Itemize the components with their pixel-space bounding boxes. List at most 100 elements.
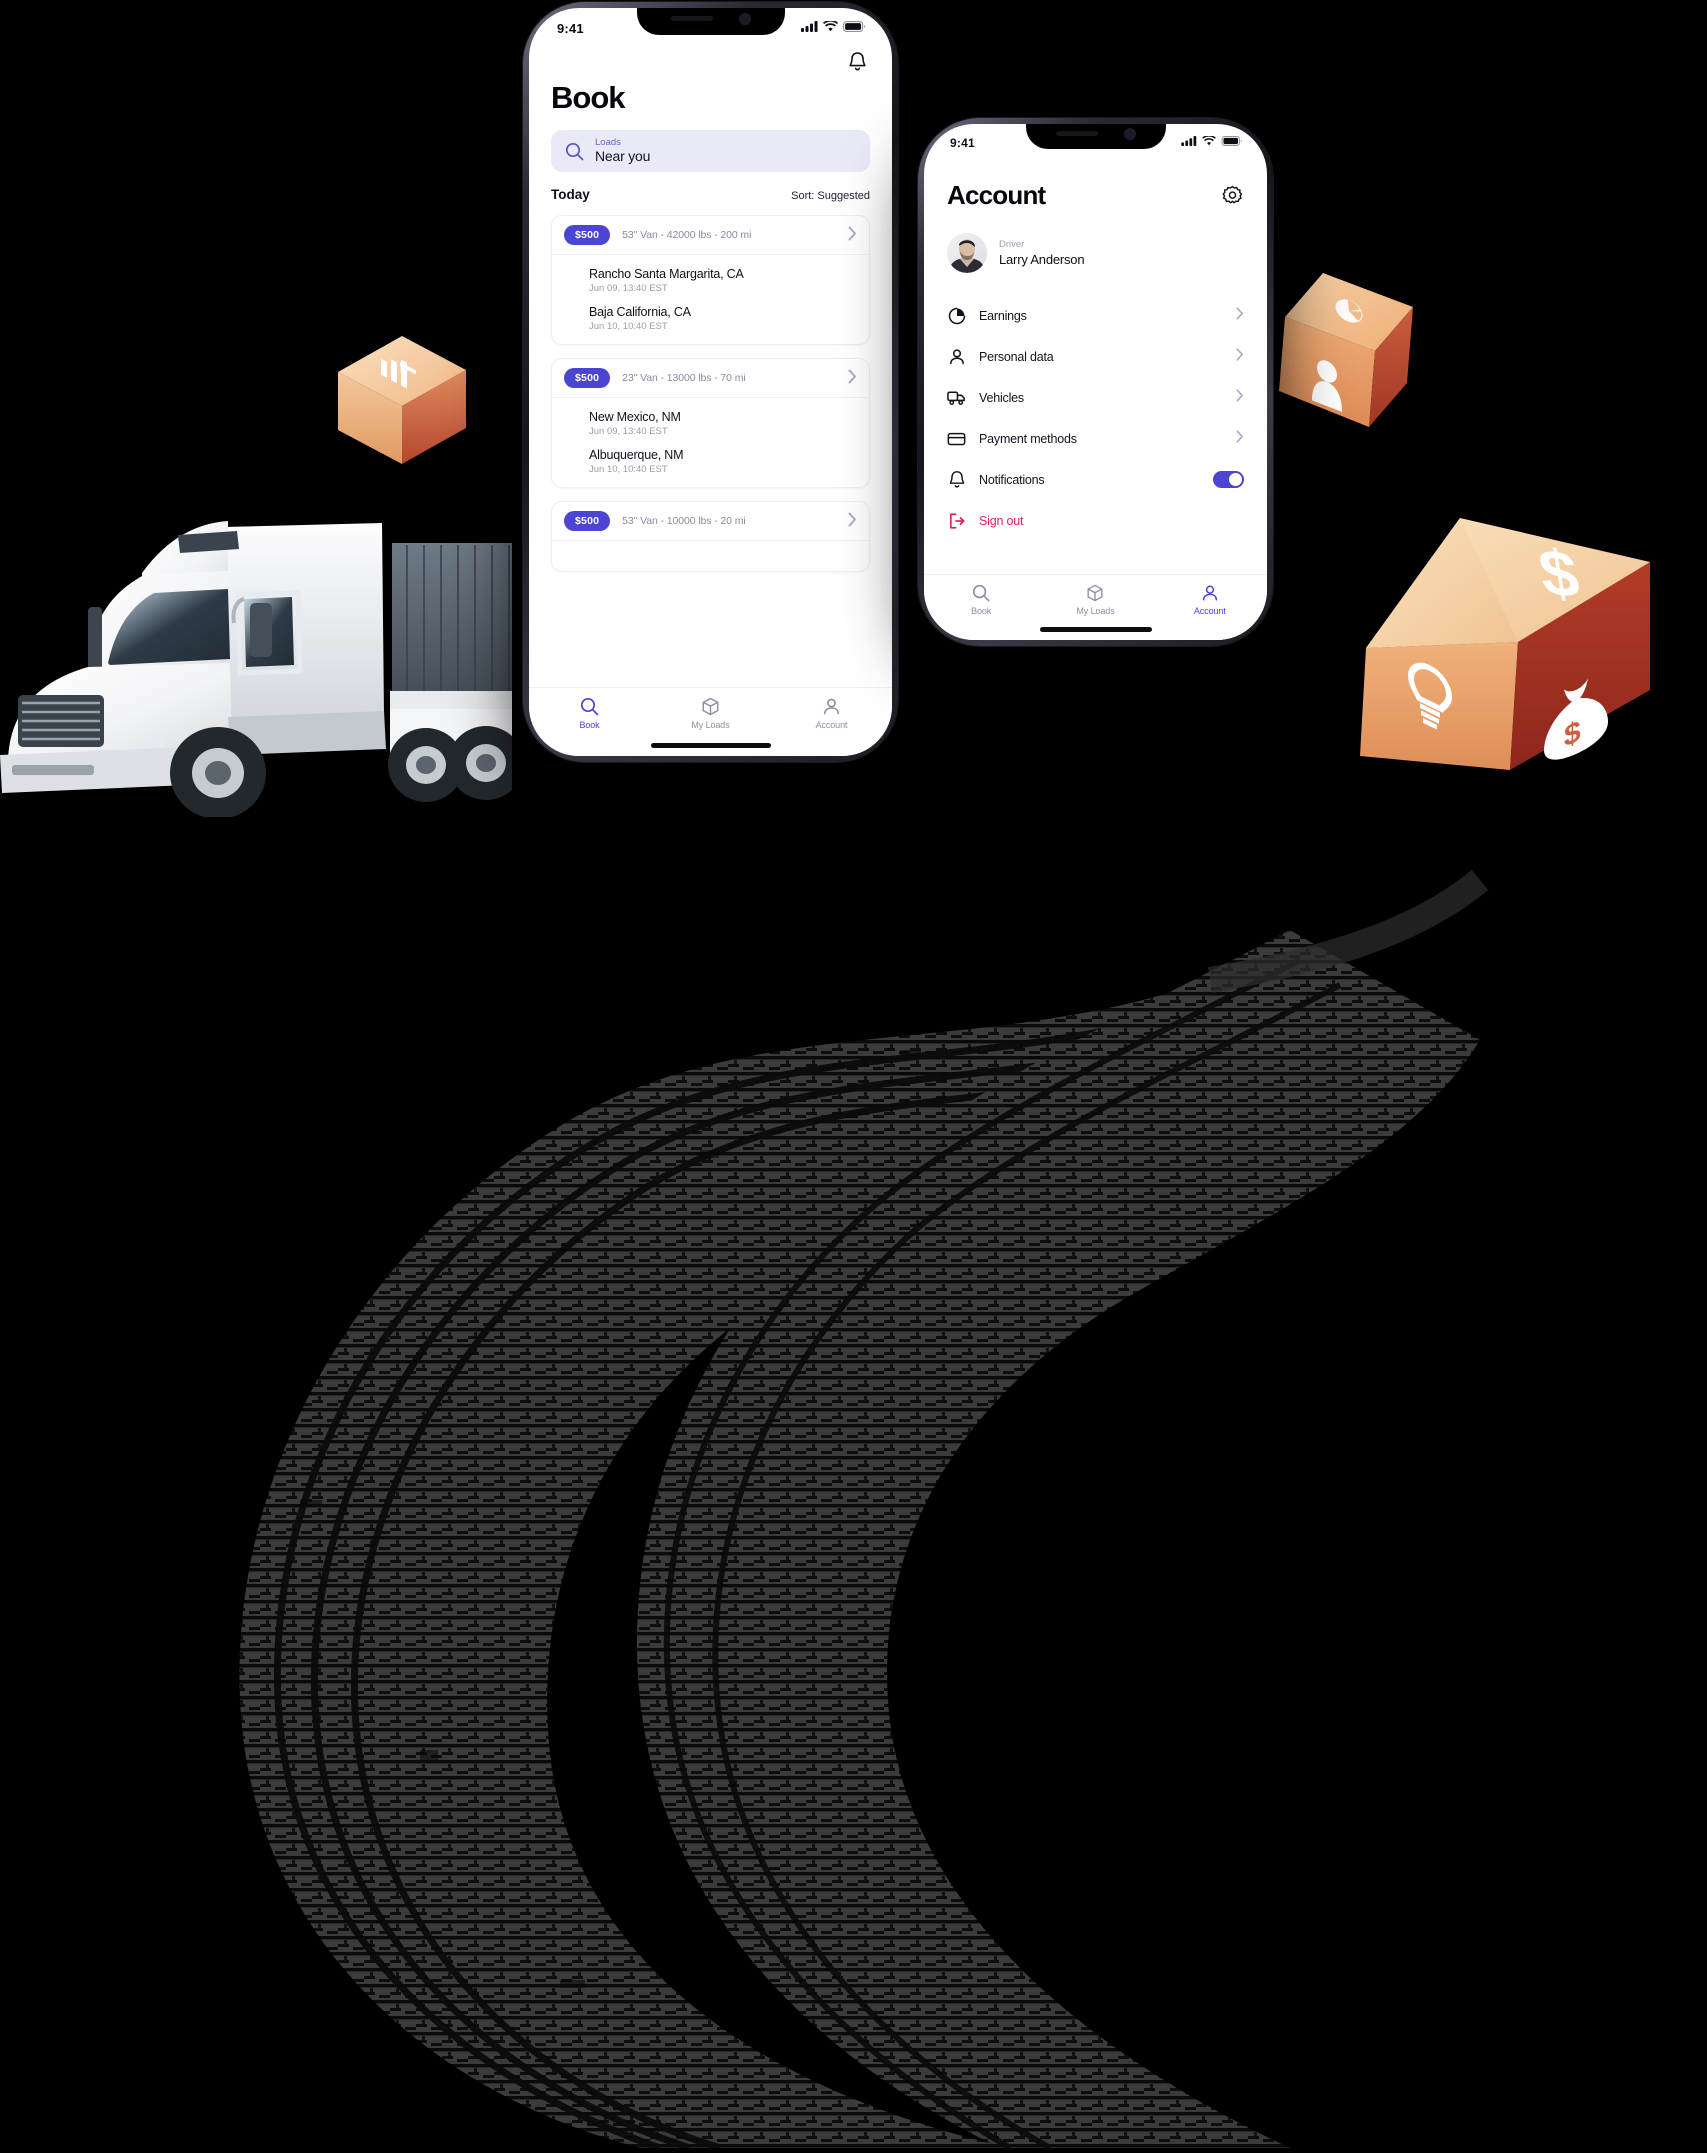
menu-item-label: Earnings (979, 308, 1027, 323)
status-bar: 9:41 (529, 8, 892, 36)
cube-money: $ $ (1360, 500, 1650, 770)
chevron-right-icon[interactable] (848, 369, 857, 387)
gear-icon[interactable] (1222, 185, 1244, 207)
tab-account[interactable]: Account (1153, 584, 1267, 616)
profile-role: Driver (999, 239, 1025, 250)
tire-track-outer (239, 980, 1360, 2148)
page-title: Book (551, 80, 626, 115)
menu-item-earnings[interactable]: Earnings (947, 295, 1244, 336)
search-icon (973, 584, 990, 602)
package-icon (702, 697, 719, 716)
profile-name: Larry Anderson (999, 252, 1085, 267)
menu-item-payment-methods[interactable]: Payment methods (947, 418, 1244, 459)
person-icon (824, 698, 839, 715)
chevron-right-icon[interactable] (1236, 347, 1244, 366)
cube-bar-chart (330, 330, 475, 470)
tab-account[interactable]: Account (771, 697, 892, 730)
load-card-route (552, 541, 869, 571)
sort-button[interactable]: Sort: Suggested (791, 190, 870, 202)
load-card[interactable]: $500 53" Van - 10000 lbs - 20 mi (551, 501, 870, 572)
book-content: Book Loads Near you Today Sort: Suggeste… (529, 36, 892, 687)
search-input[interactable]: Loads Near you (551, 130, 870, 172)
person-icon (947, 347, 966, 366)
chevron-right-icon[interactable] (1236, 306, 1244, 325)
load-spec: 53" Van - 10000 lbs - 20 mi (622, 515, 746, 527)
search-icon (565, 142, 584, 160)
menu-item-label: Sign out (979, 513, 1024, 528)
tab-my-loads[interactable]: My Loads (1038, 584, 1152, 616)
tab-account-label: Account (815, 720, 848, 730)
status-bar: 9:41 (924, 124, 1267, 150)
tire-track-speckle (300, 1050, 921, 1988)
tab-my-loads[interactable]: My Loads (650, 697, 771, 730)
semi-truck-illustration (0, 487, 524, 819)
tab-book[interactable]: Book (529, 697, 650, 730)
profile-row[interactable]: Driver Larry Anderson (947, 233, 1244, 273)
tab-my-loads-label: My Loads (691, 720, 730, 730)
page-title: Account (947, 180, 1046, 210)
battery-full-icon (843, 21, 866, 32)
home-indicator[interactable] (650, 743, 771, 748)
load-card-route: Rancho Santa Margarita, CA Jun 09, 13:40… (552, 255, 869, 344)
origin-name: Rancho Santa Margarita, CA (589, 267, 744, 281)
account-header: Account (947, 180, 1244, 211)
credit-card-icon (947, 429, 966, 448)
destination-name: Baja California, CA (589, 305, 691, 319)
load-card-list: $500 53" Van - 42000 lbs - 200 mi Rancho… (551, 215, 870, 572)
chevron-right-icon[interactable] (848, 226, 857, 244)
destination-date: Jun 10, 10:40 EST (589, 464, 668, 475)
origin-date: Jun 09, 13:40 EST (589, 283, 668, 294)
package-icon (1087, 584, 1103, 602)
search-label: Loads (595, 136, 621, 148)
load-spec: 53" Van - 42000 lbs - 200 mi (622, 229, 752, 241)
bell-icon (947, 470, 966, 489)
chevron-right-icon[interactable] (1236, 388, 1244, 407)
notifications-toggle[interactable] (1213, 471, 1244, 488)
list-header: Today Sort: Suggested (551, 187, 870, 202)
account-content: Account Driver Larry Anderson Earnings P… (924, 150, 1267, 574)
route-timeline (566, 410, 577, 475)
cellular-signal-icon (801, 21, 818, 32)
phone-account-screen: 9:41 Account Driver Larry Anderson Earni… (918, 118, 1273, 646)
price-badge: $500 (564, 368, 611, 388)
track-tail (1207, 869, 1489, 993)
bell-icon[interactable] (844, 48, 870, 74)
load-card-route: New Mexico, NM Jun 09, 13:40 EST Albuque… (552, 398, 869, 487)
origin-date: Jun 09, 13:40 EST (589, 426, 668, 437)
chevron-right-icon[interactable] (1236, 429, 1244, 448)
search-icon (580, 697, 599, 716)
search-value: Near you (595, 148, 651, 165)
menu-item-label: Vehicles (979, 390, 1024, 405)
tab-my-loads-label: My Loads (1076, 606, 1115, 616)
today-label: Today (551, 187, 590, 202)
load-card[interactable]: $500 53" Van - 42000 lbs - 200 mi Rancho… (551, 215, 870, 345)
price-badge: $500 (564, 511, 611, 531)
price-badge: $500 (564, 225, 611, 245)
avatar (947, 233, 987, 273)
home-indicator[interactable] (1039, 627, 1152, 632)
chevron-right-icon[interactable] (848, 512, 857, 530)
menu-item-notifications[interactable]: Notifications (947, 459, 1244, 500)
truck-icon (947, 388, 966, 407)
route-timeline (566, 267, 577, 332)
destination-name: Albuquerque, NM (589, 448, 684, 462)
load-card[interactable]: $500 23" Van - 13000 lbs - 70 mi New Mex… (551, 358, 870, 488)
person-icon (1202, 585, 1217, 601)
account-menu: Earnings Personal data Vehicles Payment … (947, 295, 1244, 541)
menu-item-vehicles[interactable]: Vehicles (947, 377, 1244, 418)
tab-book[interactable]: Book (924, 584, 1038, 616)
menu-item-sign-out[interactable]: Sign out (947, 500, 1244, 541)
tab-book-label: Book (971, 606, 992, 616)
menu-item-label: Personal data (979, 349, 1054, 364)
tire-track-inner (636, 930, 1480, 2148)
menu-item-personal-data[interactable]: Personal data (947, 336, 1244, 377)
status-time: 9:41 (950, 136, 975, 150)
battery-full-icon (1221, 136, 1242, 146)
account-screen: 9:41 Account Driver Larry Anderson Earni… (924, 124, 1267, 640)
destination-date: Jun 10, 10:40 EST (589, 321, 668, 332)
load-spec: 23" Van - 13000 lbs - 70 mi (622, 372, 746, 384)
header-actions (551, 36, 870, 74)
status-time: 9:41 (557, 21, 584, 36)
status-icons (801, 21, 866, 32)
load-card-header: $500 53" Van - 10000 lbs - 20 mi (552, 502, 869, 541)
